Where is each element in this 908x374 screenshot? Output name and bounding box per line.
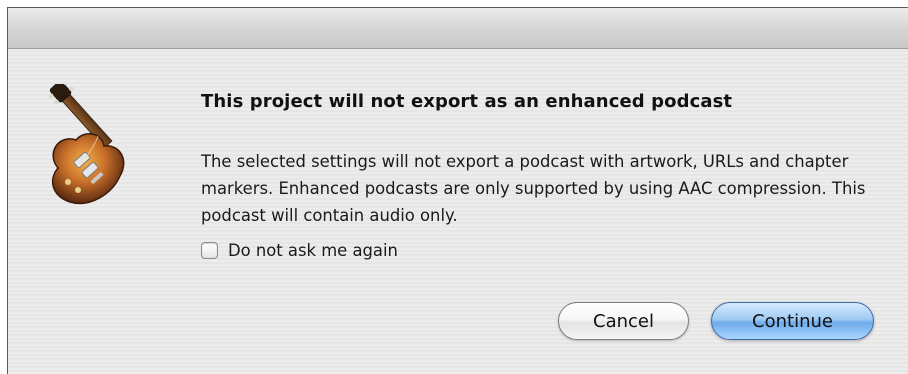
dialog-message: The selected settings will not export a … (201, 152, 866, 225)
dialog-titlebar (8, 8, 908, 49)
checkbox-label: Do not ask me again (228, 241, 398, 260)
continue-button[interactable]: Continue (711, 302, 874, 340)
do-not-ask-checkbox[interactable]: Do not ask me again (201, 241, 398, 260)
alert-dialog: This project will not export as an enhan… (7, 7, 908, 374)
cancel-button[interactable]: Cancel (558, 302, 689, 340)
checkbox-box[interactable] (201, 242, 218, 259)
dialog-headline: This project will not export as an enhan… (201, 91, 733, 112)
guitar-icon (48, 84, 125, 205)
